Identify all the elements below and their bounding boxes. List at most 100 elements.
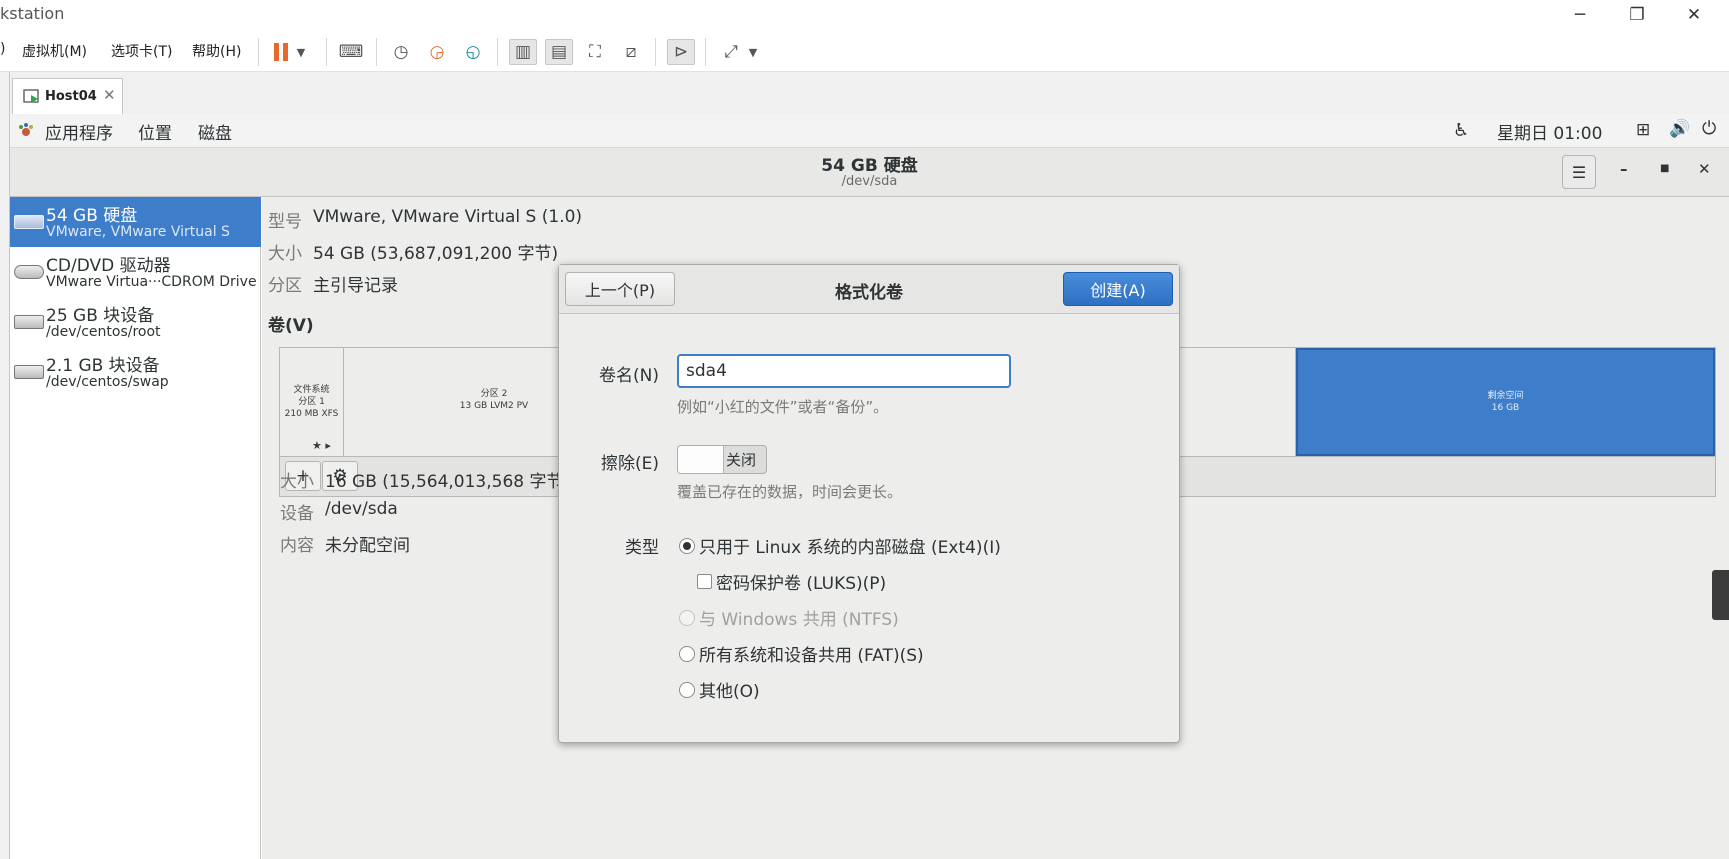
segment-star-icon: ★ ▸	[312, 439, 331, 452]
selected-size-label: 大小	[280, 472, 314, 492]
disk-menu-button[interactable]: ☰	[1562, 155, 1596, 189]
selected-size-value: 16 GB (15,564,013,568 字节	[325, 472, 564, 492]
erase-hint: 覆盖已存在的数据，时间会更长。	[677, 483, 903, 501]
snapshot-button[interactable]: ◷	[387, 39, 415, 65]
volume-name-label: 卷名(N)	[599, 366, 659, 386]
segment-label: 210 MB XFS	[284, 409, 339, 419]
option-label: 所有系统和设备共用 (FAT)(S)	[699, 646, 924, 666]
create-button[interactable]: 创建(A)	[1063, 272, 1173, 306]
device-detail: VMware Virtua···CDROM Drive	[46, 274, 257, 290]
stretch-button[interactable]: ⤢	[717, 39, 745, 65]
window-titlebar: kstation ─ ❐ ✕	[0, 0, 1729, 30]
restore-icon: ❐	[1629, 5, 1645, 25]
gnome-menu-places[interactable]: 位置	[138, 119, 172, 144]
disks-minimize-button[interactable]: –	[1620, 160, 1628, 178]
luks-checkbox[interactable]: 密码保护卷 (LUKS)(P)	[697, 569, 886, 594]
menu-tabs[interactable]: 选项卡(T)	[111, 41, 172, 61]
radio-selected-icon	[679, 537, 695, 554]
keyboard-icon: ⌨	[338, 42, 364, 62]
show-library-button[interactable]: ▥	[509, 39, 537, 65]
volume-name-input[interactable]	[677, 354, 1011, 388]
toolbar-separator	[258, 38, 259, 66]
format-volume-dialog: 上一个(P) 格式化卷 创建(A) 卷名(N) 例如“小红的文件”或者“备份”。…	[558, 264, 1180, 743]
device-detail: VMware, VMware Virtual S	[46, 224, 230, 240]
segment-label: 16 GB	[1491, 403, 1520, 413]
device-name: 25 GB 块设备	[46, 306, 155, 326]
console-view-button[interactable]: ⊳	[667, 39, 695, 65]
send-ctrl-alt-del-button[interactable]: ⌨	[337, 39, 365, 65]
unity-icon: ⧄	[625, 42, 637, 62]
revert-snapshot-button[interactable]: ◶	[423, 39, 451, 65]
menu-vm[interactable]: 虚拟机(M)	[22, 41, 87, 61]
selected-device-value: /dev/sda	[325, 499, 398, 519]
gnome-clock[interactable]: 星期日 01:00	[1497, 119, 1602, 144]
menu-partial[interactable]: )	[0, 41, 5, 57]
size-label: 大小	[268, 244, 302, 264]
power-icon[interactable]: ⏻	[1702, 118, 1716, 139]
terminal-icon: ⊳	[673, 42, 689, 62]
option-label: 密码保护卷 (LUKS)(P)	[716, 574, 887, 594]
pause-dropdown[interactable]: ▼	[293, 39, 309, 65]
vm-tab-label: Host04	[45, 89, 97, 104]
type-option-other[interactable]: 其他(O)	[679, 677, 760, 702]
unity-button[interactable]: ⧄	[617, 39, 645, 65]
tab-strip	[10, 72, 1729, 114]
volume-icon[interactable]: 🔊	[1669, 119, 1690, 139]
segment-label: 文件系统	[293, 385, 330, 395]
erase-toggle[interactable]: 关闭	[677, 445, 767, 474]
close-icon: ✕	[1686, 5, 1702, 25]
device-detail: /dev/centos/root	[46, 324, 161, 340]
accessibility-icon[interactable]: ♿	[1453, 120, 1469, 141]
vm-side-grip[interactable]	[1712, 570, 1729, 620]
volume-name-hint: 例如“小红的文件”或者“备份”。	[677, 398, 889, 416]
toggle-knob	[678, 446, 724, 473]
disks-close-button[interactable]: ✕	[1698, 160, 1711, 178]
volume-segment-free-space[interactable]: 剩余空间 16 GB	[1296, 348, 1715, 456]
gnome-foot-icon	[19, 123, 33, 136]
full-screen-button[interactable]: ⛶	[581, 39, 609, 65]
chevron-down-icon: ▼	[296, 45, 306, 59]
close-tab-icon[interactable]: ✕	[103, 86, 116, 104]
device-detail: /dev/centos/swap	[46, 374, 169, 390]
snapshot-manager-button[interactable]: ◵	[459, 39, 487, 65]
vm-tab-host04[interactable]: Host04 ✕	[12, 78, 123, 114]
harddisk-icon	[14, 215, 44, 229]
thumbnail-bar-button[interactable]: ▤	[545, 39, 573, 65]
gnome-top-bar: 应用程序 位置 磁盘 ♿ 星期日 01:00 ⊞ 🔊 ⏻	[10, 114, 1729, 148]
library-edge	[0, 72, 10, 859]
radio-icon	[679, 609, 695, 626]
device-item-cdrom[interactable]: CD/DVD 驱动器 VMware Virtua···CDROM Drive	[10, 247, 261, 297]
expand-icon: ⤢	[724, 42, 738, 62]
previous-button[interactable]: 上一个(P)	[565, 272, 675, 306]
clock-icon: ◷	[393, 42, 409, 62]
segment-label: 分区 1	[298, 397, 325, 407]
pause-icon	[274, 43, 288, 61]
gnome-menu-applications[interactable]: 应用程序	[45, 119, 113, 144]
volumes-heading: 卷(V)	[268, 316, 314, 336]
type-option-ext4[interactable]: 只用于 Linux 系统的内部磁盘 (Ext4)(I)	[679, 533, 1001, 558]
block-device-icon	[14, 365, 44, 379]
model-value: VMware, VMware Virtual S (1.0)	[313, 207, 583, 227]
bottom-panel-icon: ▤	[550, 42, 568, 62]
type-option-fat[interactable]: 所有系统和设备共用 (FAT)(S)	[679, 641, 924, 666]
network-icon[interactable]: ⊞	[1636, 120, 1650, 140]
menu-help[interactable]: 帮助(H)	[192, 41, 241, 61]
disks-subtitle: /dev/sda	[841, 174, 898, 189]
device-item-54gb[interactable]: 54 GB 硬盘 VMware, VMware Virtual S	[10, 197, 261, 247]
volume-segment-partition1[interactable]: 文件系统分区 1 210 MB XFS ★ ▸	[280, 348, 344, 456]
dialog-header: 上一个(P) 格式化卷 创建(A)	[559, 265, 1179, 314]
device-item-root[interactable]: 25 GB 块设备 /dev/centos/root	[10, 297, 261, 347]
gnome-menu-disks[interactable]: 磁盘	[198, 119, 232, 144]
minimize-button[interactable]: ─	[1557, 0, 1603, 30]
device-item-swap[interactable]: 2.1 GB 块设备 /dev/centos/swap	[10, 347, 261, 397]
segment-label: 剩余空间	[1487, 391, 1524, 401]
restore-button[interactable]: ❐	[1614, 0, 1660, 30]
disks-maximize-button[interactable]: ■	[1660, 163, 1669, 174]
stretch-dropdown[interactable]: ▼	[745, 39, 761, 65]
optical-drive-icon	[14, 265, 44, 279]
pause-button[interactable]	[267, 39, 295, 65]
toolbar-separator	[655, 38, 656, 66]
partitioning-label: 分区	[268, 276, 302, 296]
vm-running-icon	[23, 89, 39, 103]
close-window-button[interactable]: ✕	[1671, 0, 1717, 30]
